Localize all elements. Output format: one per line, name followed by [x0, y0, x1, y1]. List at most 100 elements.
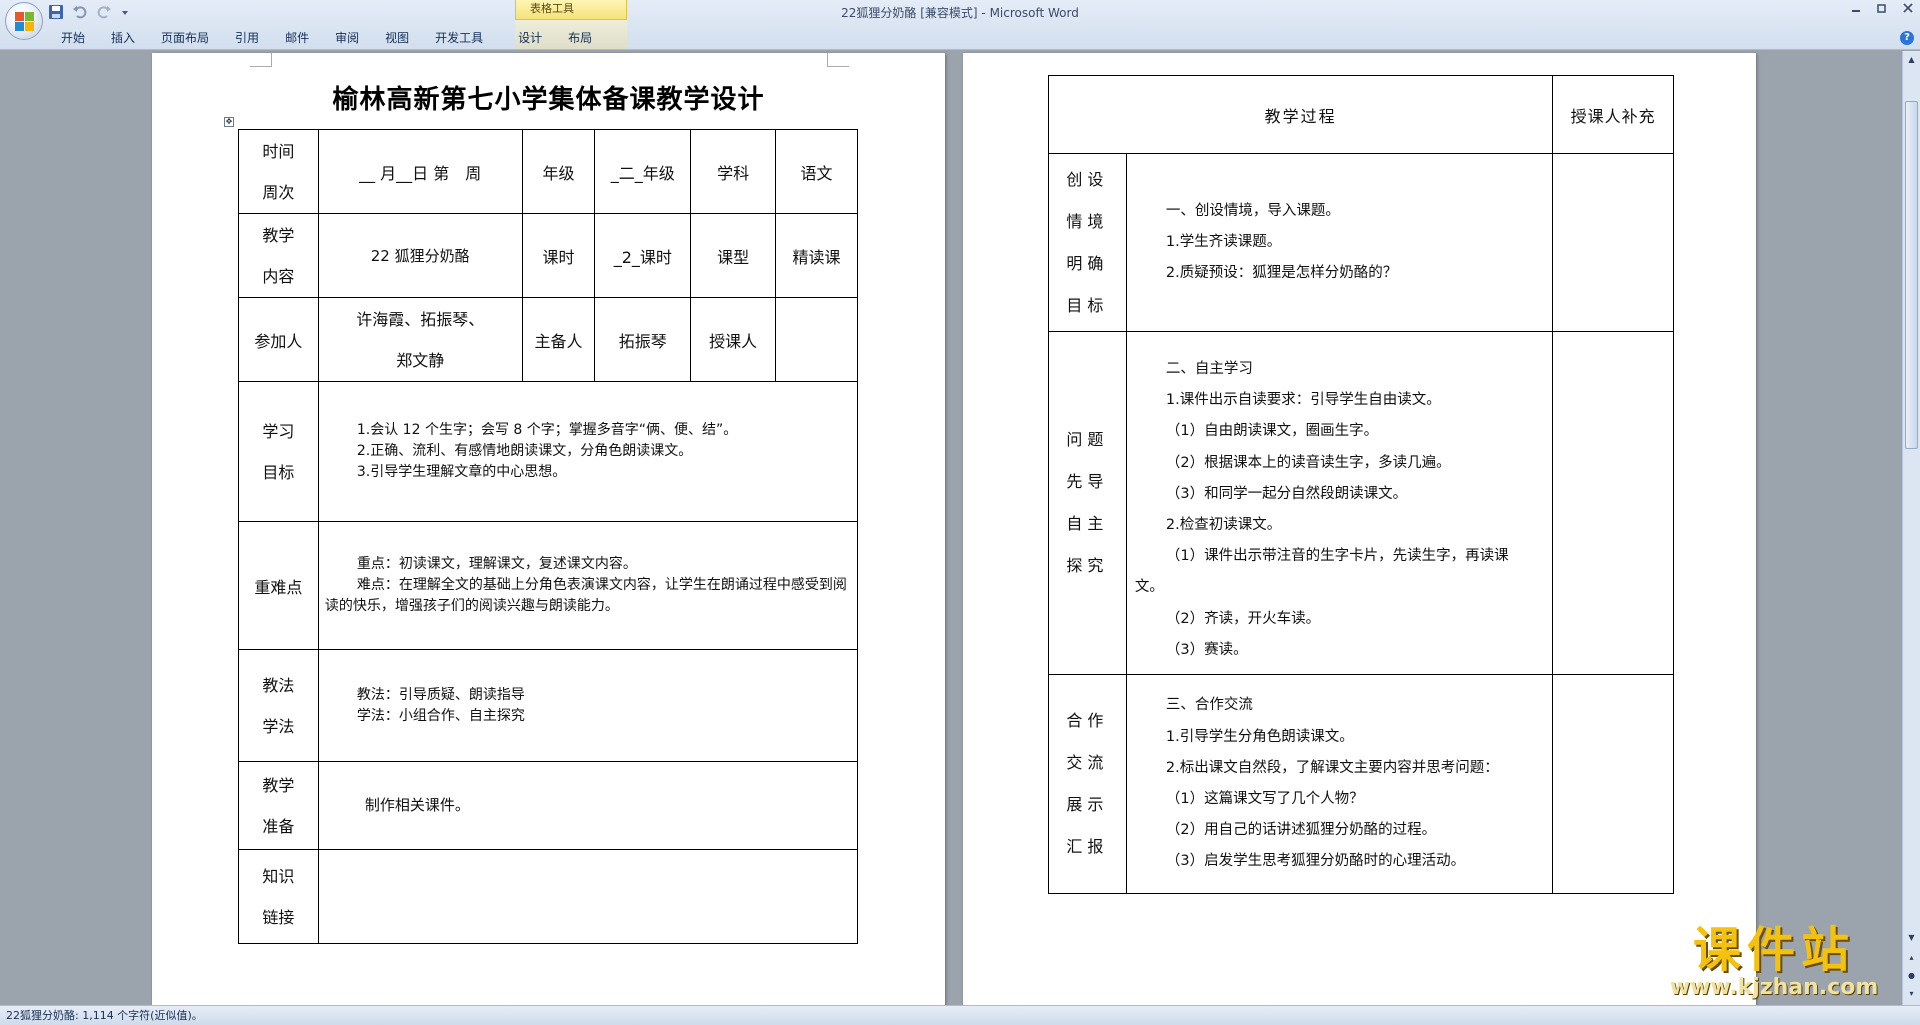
step-line: 2.质疑预设：狐狸是怎样分奶酪的？ — [1165, 265, 1398, 282]
participants-value-cell[interactable]: 许海霞、拓振琴、 郑文静 — [317, 297, 523, 382]
grade-label-cell: 年级 — [521, 129, 596, 214]
prep-label-cell: 教学 准备 — [238, 761, 319, 850]
process-header-cell: 教学过程 — [1047, 75, 1554, 154]
tab-layout[interactable]: 布局 — [555, 28, 605, 48]
prev-page-icon[interactable]: ▴ — [1905, 951, 1918, 964]
tab-review[interactable]: 审阅 — [322, 28, 372, 48]
teacher-label-cell: 授课人 — [690, 297, 777, 382]
type-label-cell: 课型 — [690, 213, 777, 298]
content-label-cell: 教学 内容 — [238, 213, 319, 298]
type-value-cell[interactable]: 精读课 — [775, 213, 858, 298]
scroll-up-icon[interactable]: ▲ — [1905, 53, 1918, 66]
teacher-value-cell[interactable] — [775, 297, 858, 382]
subject-label-cell: 学科 — [690, 129, 777, 214]
close-icon[interactable] — [1902, 2, 1914, 17]
keypoint-line: 重点：初读课文，理解课文，复述课文内容。 — [356, 556, 637, 572]
step-line: （2）齐读，开火车读。 — [1165, 610, 1321, 627]
document-workspace: 榆林高新第七小学集体备课教学设计 ✥ 时间 周次 __ 月__日 第 周 年级 … — [0, 51, 1902, 1005]
step-line: 1.课件出示自读要求：引导学生自由读文。 — [1165, 392, 1441, 409]
tab-insert[interactable]: 插入 — [98, 28, 148, 48]
prep-cell[interactable]: 制作相关课件。 — [317, 761, 859, 850]
minimize-icon[interactable] — [1850, 2, 1862, 17]
hours-value-cell[interactable]: _2_课时 — [594, 213, 692, 298]
keypoints-cell[interactable]: 重点：初读课文，理解课文，复述课文内容。 难点：在理解全文的基础上分角色表演课文… — [317, 521, 859, 650]
ribbon-tabs: 开始 插入 页面布局 引用 邮件 审阅 视图 开发工具 设计 布局 — [48, 28, 605, 48]
document-page-right: 教学过程 授课人补充 创设 情境 明确 目标 一、创设情境，导入课题。 1.学生… — [963, 53, 1756, 1005]
step-line: （1）自由朗读课文，圈画生字。 — [1165, 423, 1379, 440]
step-line: 2.检查初读课文。 — [1165, 517, 1282, 533]
lead-label-cell: 主备人 — [521, 297, 596, 382]
method-line: 教法：引导质疑、朗读指导 — [356, 686, 525, 703]
window-controls — [1850, 2, 1914, 17]
step-line: 二、自主学习 — [1165, 360, 1253, 377]
time-label-cell: 时间 周次 — [238, 129, 319, 214]
lesson-info-table: 时间 周次 __ 月__日 第 周 年级 _二_年级 学科 语文 教学 内容 2… — [238, 129, 859, 944]
table-tools-header: 表格工具 — [515, 0, 627, 20]
method-line: 学法：小组合作、自主探究 — [356, 707, 525, 724]
table-move-handle-icon[interactable]: ✥ — [224, 117, 234, 127]
title-bar: 22狐狸分奶酪 [兼容模式] - Microsoft Word 表格工具 开始 … — [0, 0, 1920, 50]
time-value-cell[interactable]: __ 月__日 第 周 — [317, 129, 523, 214]
keypoint-line: 难点：在理解全文的基础上分角色表演课文内容，让学生在朗诵过程中感受到阅读的快乐，… — [324, 577, 847, 614]
lead-value-cell[interactable]: 拓振琴 — [594, 297, 692, 382]
goal-line: 1.会认 12 个生字；会写 8 个字；掌握多音字“俩、便、结”。 — [356, 422, 738, 438]
select-browse-object-icon[interactable]: ● — [1905, 969, 1918, 982]
section-content-cell[interactable]: 三、合作交流 1.引导学生分角色朗读课文。 2.标出课文自然段，了解课文主要内容… — [1125, 674, 1554, 894]
section-label-cell: 合作 交流 展示 汇报 — [1048, 674, 1127, 894]
methods-label-cell: 教法 学法 — [238, 649, 319, 762]
hours-label-cell: 课时 — [521, 213, 596, 298]
teaching-process-table: 教学过程 授课人补充 创设 情境 明确 目标 一、创设情境，导入课题。 1.学生… — [1047, 75, 1674, 894]
next-page-icon[interactable]: ▾ — [1905, 987, 1918, 1000]
tab-view[interactable]: 视图 — [372, 28, 422, 48]
supplement-header-cell: 授课人补充 — [1552, 75, 1674, 154]
step-line — [1135, 340, 1552, 354]
grade-value-cell[interactable]: _二_年级 — [594, 129, 692, 214]
section-label-cell: 问题 先导 自主 探究 — [1048, 331, 1127, 675]
supplement-cell[interactable] — [1552, 153, 1674, 332]
knowledge-label-cell: 知识 链接 — [238, 849, 319, 944]
step-line: （3）和同学一起分自然段朗读课文。 — [1165, 485, 1408, 502]
content-value-cell[interactable]: 22 狐狸分奶酪 — [317, 213, 523, 298]
tab-design[interactable]: 设计 — [496, 28, 555, 48]
document-heading: 榆林高新第七小学集体备课教学设计 — [332, 85, 765, 115]
tab-developer[interactable]: 开发工具 — [422, 28, 496, 48]
knowledge-cell[interactable] — [317, 849, 859, 944]
participants-label-cell: 参加人 — [238, 297, 319, 382]
step-line: 一、创设情境，导入课题。 — [1165, 202, 1340, 219]
supplement-cell[interactable] — [1552, 331, 1674, 675]
step-line: （1）课件出示带注音的生字卡片，先读生字，再读课 — [1165, 548, 1509, 565]
scroll-down-icon[interactable]: ▼ — [1905, 931, 1918, 944]
section-content-cell[interactable]: 一、创设情境，导入课题。 1.学生齐读课题。 2.质疑预设：狐狸是怎样分奶酪的？ — [1125, 153, 1554, 332]
step-line: （2）根据课本上的读音读生字，多读几遍。 — [1165, 454, 1451, 471]
tab-page-layout[interactable]: 页面布局 — [148, 28, 222, 48]
step-line: （2）用自己的话讲述狐狸分奶酪的过程。 — [1165, 822, 1437, 839]
document-page-left: 榆林高新第七小学集体备课教学设计 ✥ 时间 周次 __ 月__日 第 周 年级 … — [152, 53, 945, 1005]
vertical-scrollbar[interactable]: ▲ ▼ ▴ ● ▾ — [1902, 51, 1920, 1005]
site-watermark-logo: 课件站 www.kjzhan.com — [1669, 922, 1879, 1000]
goal-line: 3.引导学生理解文章的中心思想。 — [356, 464, 567, 480]
scroll-thumb[interactable] — [1905, 101, 1918, 449]
goals-label-cell: 学习 目标 — [238, 381, 319, 522]
section-content-cell[interactable]: 二、自主学习 1.课件出示自读要求：引导学生自由读文。 （1）自由朗读课文，圈画… — [1125, 331, 1554, 675]
methods-cell[interactable]: 教法：引导质疑、朗读指导 学法：小组合作、自主探究 — [317, 649, 859, 762]
goals-cell[interactable]: 1.会认 12 个生字；会写 8 个字；掌握多音字“俩、便、结”。 2.正确、流… — [317, 381, 859, 522]
goal-line: 2.正确、流利、有感情地朗读课文，分角色朗读课文。 — [356, 443, 693, 459]
step-line: （3）赛读。 — [1165, 641, 1248, 658]
keypoints-label-cell: 重难点 — [238, 521, 319, 650]
step-line: 1.学生齐读课题。 — [1165, 233, 1282, 250]
help-icon[interactable]: ? — [1900, 31, 1914, 45]
supplement-cell[interactable] — [1552, 674, 1674, 894]
window-title: 22狐狸分奶酪 [兼容模式] - Microsoft Word — [841, 6, 1079, 20]
step-line: （3）启发学生思考狐狸分奶酪时的心理活动。 — [1165, 853, 1466, 870]
step-line: （1）这篇课文写了几个人物？ — [1165, 791, 1364, 807]
tab-mailings[interactable]: 邮件 — [272, 28, 322, 48]
step-line: 2.标出课文自然段，了解课文主要内容并思考问题： — [1165, 759, 1499, 776]
status-bar: 22狐狸分奶酪: 1,114 个字符(近似值)。 — [0, 1005, 1920, 1025]
restore-icon[interactable] — [1876, 2, 1888, 17]
tab-references[interactable]: 引用 — [222, 28, 272, 48]
step-line: 三、合作交流 — [1165, 697, 1253, 714]
step-line: 文。 — [1134, 579, 1164, 596]
section-label-cell: 创设 情境 明确 目标 — [1048, 153, 1127, 332]
tab-home[interactable]: 开始 — [48, 28, 98, 48]
subject-value-cell[interactable]: 语文 — [775, 129, 858, 214]
